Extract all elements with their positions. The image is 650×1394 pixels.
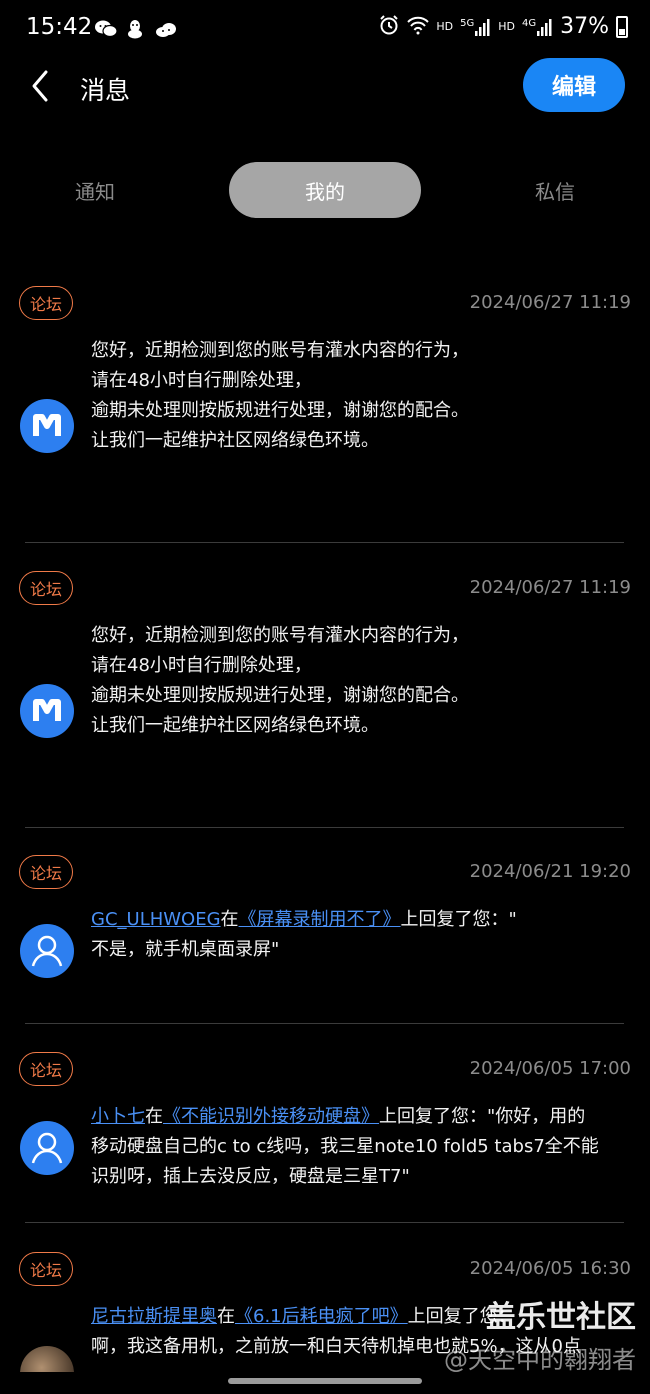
watermark-title: 盖乐世社区 [486, 1300, 636, 1335]
system-status-icons: HD 5G HD 4G 37% [378, 14, 628, 39]
message-item[interactable]: 论坛 2024/06/27 11:19 您好，近期检测到您的账号有灌水内容的行为… [0, 286, 650, 542]
wifi-icon [407, 15, 430, 38]
signal-4g-icon: 4G [522, 18, 553, 36]
message-line: 识别呀，插上去没反应，硬盘是三星T7" [91, 1166, 410, 1187]
hd-label-2: HD [498, 20, 515, 33]
post-link[interactable]: 《6.1后耗电疯了吧》 [235, 1306, 408, 1327]
divider [25, 542, 624, 543]
status-bar: 15:42 HD 5G HD 4G 37% [0, 0, 650, 58]
user-avatar-photo [20, 1346, 74, 1372]
message-line: 您好，近期检测到您的账号有灌水内容的行为， [91, 625, 469, 646]
message-line: 移动硬盘自己的c to c线吗，我三星note10 fold5 tabs7全不能 [91, 1136, 599, 1157]
message-date: 2024/06/05 17:00 [469, 1058, 631, 1079]
network-4g-label: 4G [521, 17, 537, 29]
forum-tag-badge: 论坛 [19, 1052, 73, 1086]
status-time: 15:42 [26, 14, 93, 40]
tab-notifications[interactable]: 通知 [0, 162, 190, 218]
tab-mine[interactable]: 我的 [229, 162, 421, 218]
user-link[interactable]: 尼古拉斯提里奥 [91, 1306, 217, 1327]
app-logo-icon [20, 399, 74, 453]
message-item[interactable]: 论坛 2024/06/21 19:20 GC_ULHWOEG在《屏幕录制用不了》… [0, 855, 650, 1023]
reply-text: 上回复了您：" [400, 909, 517, 930]
battery-icon [616, 15, 628, 38]
wechat-icon [94, 18, 118, 40]
message-date: 2024/06/05 16:30 [469, 1258, 631, 1279]
forum-tag-badge: 论坛 [19, 855, 73, 889]
divider [25, 1222, 624, 1223]
message-line: GC_ULHWOEG在《屏幕录制用不了》上回复了您：" [91, 905, 636, 935]
tab-private-messages[interactable]: 私信 [460, 162, 650, 218]
user-icon [20, 924, 74, 978]
page-title: 消息 [80, 76, 131, 105]
signal-5g-icon: 5G [460, 18, 491, 36]
user-link[interactable]: GC_ULHWOEG [91, 909, 221, 930]
post-link[interactable]: 《不能识别外接移动硬盘》 [163, 1106, 379, 1127]
app-logo-icon [20, 684, 74, 738]
forum-tag-badge: 论坛 [19, 571, 73, 605]
message-item[interactable]: 论坛 2024/06/27 11:19 您好，近期检测到您的账号有灌水内容的行为… [0, 571, 650, 827]
message-line: 逾期未处理则按版规进行处理，谢谢您的配合。 [91, 400, 469, 421]
post-link[interactable]: 《屏幕录制用不了》 [239, 909, 401, 930]
forum-tag-badge: 论坛 [19, 1252, 73, 1286]
notification-icons [94, 18, 176, 40]
network-5g-label: 5G [460, 17, 475, 29]
connector-text: 在 [217, 1306, 235, 1327]
hd-label-1: HD [436, 20, 454, 33]
message-body: 小卜七在《不能识别外接移动硬盘》上回复了您："你好，用的 移动硬盘自己的c to… [91, 1102, 636, 1192]
home-indicator[interactable] [228, 1378, 422, 1384]
message-item[interactable]: 论坛 2024/06/05 17:00 小卜七在《不能识别外接移动硬盘》上回复了… [0, 1052, 650, 1222]
back-button[interactable] [26, 66, 56, 106]
battery-percent: 37% [560, 14, 609, 39]
user-icon [20, 1121, 74, 1175]
message-line: 请在48小时自行删除处理， [91, 655, 312, 676]
divider [25, 1023, 624, 1024]
app-header: 消息 编辑 [0, 58, 650, 114]
message-date: 2024/06/21 19:20 [469, 861, 631, 882]
message-body: 您好，近期检测到您的账号有灌水内容的行为， 请在48小时自行删除处理， 逾期未处… [91, 336, 636, 456]
message-line: 小卜七在《不能识别外接移动硬盘》上回复了您："你好，用的 [91, 1102, 636, 1132]
connector-text: 在 [145, 1106, 163, 1127]
tab-bar: 通知 我的 私信 [0, 162, 650, 218]
message-line: 逾期未处理则按版规进行处理，谢谢您的配合。 [91, 685, 469, 706]
reply-text: 上回复了您："你好，用的 [379, 1106, 586, 1127]
message-line: 让我们一起维护社区网络绿色环境。 [91, 715, 379, 736]
message-body: 您好，近期检测到您的账号有灌水内容的行为， 请在48小时自行删除处理， 逾期未处… [91, 621, 636, 741]
message-date: 2024/06/27 11:19 [469, 577, 631, 598]
message-body: GC_ULHWOEG在《屏幕录制用不了》上回复了您：" 不是，就手机桌面录屏" [91, 905, 636, 965]
connector-text: 在 [220, 909, 239, 930]
watermark-author: @天空中的翱翔者 [444, 1346, 636, 1374]
message-line: 让我们一起维护社区网络绿色环境。 [91, 430, 379, 451]
edit-button[interactable]: 编辑 [523, 58, 625, 112]
weather-cloud-icon [154, 18, 176, 40]
alarm-icon [378, 14, 400, 39]
message-line: 请在48小时自行删除处理， [91, 370, 312, 391]
forum-tag-badge: 论坛 [19, 286, 73, 320]
message-line: 不是，就手机桌面录屏" [91, 939, 280, 960]
qq-icon [124, 18, 146, 40]
message-line: 您好，近期检测到您的账号有灌水内容的行为， [91, 340, 469, 361]
message-date: 2024/06/27 11:19 [469, 292, 631, 313]
user-link[interactable]: 小卜七 [91, 1106, 145, 1127]
divider [25, 827, 624, 828]
chevron-left-icon [32, 70, 48, 102]
